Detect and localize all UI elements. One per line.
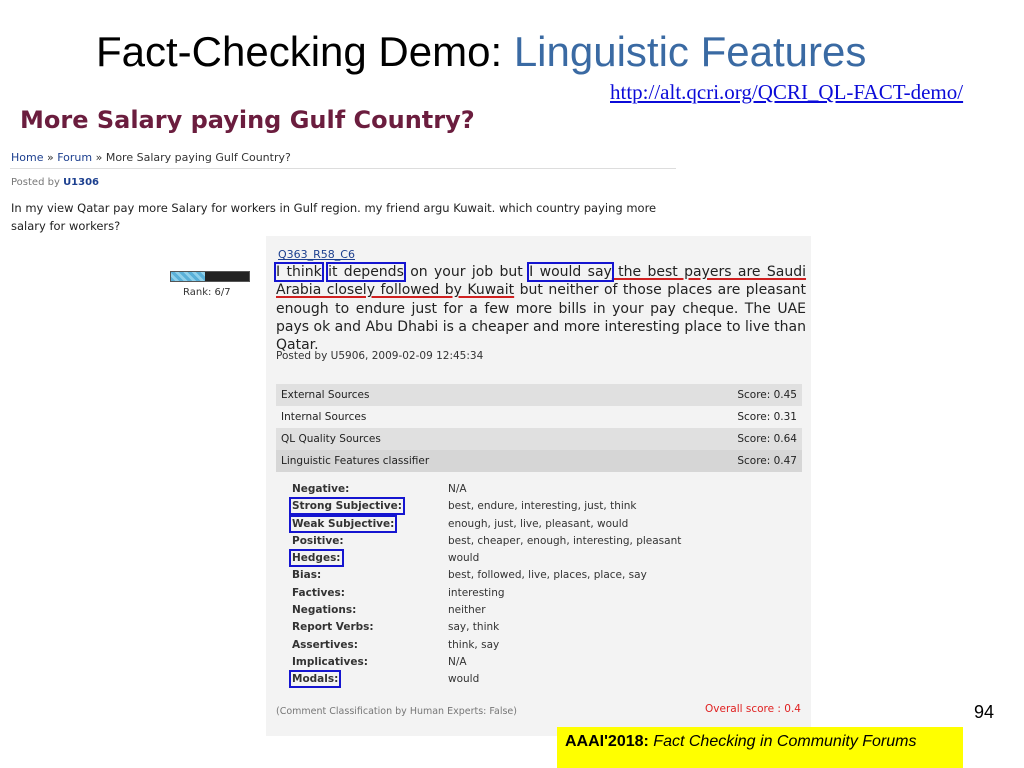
question-text: In my view Qatar pay more Salary for wor… xyxy=(11,201,657,233)
slide-title: Fact-Checking Demo: Linguistic Features xyxy=(96,28,866,76)
question-posted-by: Posted by U1306 xyxy=(11,177,99,188)
score-row-internal: Internal Sources Score: 0.31 xyxy=(276,406,802,428)
comment-segment: on your job but xyxy=(403,264,530,280)
feature-value: best, followed, live, places, place, say xyxy=(448,569,647,582)
feature-name: Positive: xyxy=(292,534,344,547)
overall-score: Overall score : 0.4 xyxy=(705,703,801,715)
feature-value: N/A xyxy=(448,655,467,668)
comment-posted-by: Posted by U5906, 2009-02-09 12:45:34 xyxy=(276,350,484,362)
slide-title-accent: Linguistic Features xyxy=(513,28,867,75)
breadcrumb-current: More Salary paying Gulf Country? xyxy=(105,151,291,164)
score-value: Score: 0.31 xyxy=(737,411,797,423)
forum-thread-title: More Salary paying Gulf Country? xyxy=(20,106,475,134)
citation-box: AAAI'2018: Fact Checking in Community Fo… xyxy=(557,727,963,768)
score-row-ql-quality: QL Quality Sources Score: 0.64 xyxy=(276,428,802,450)
feature-value: enough, just, live, pleasant, would xyxy=(448,517,629,530)
comment-hedge-box-2: it depends xyxy=(326,262,406,282)
breadcrumb-separator: » xyxy=(92,151,106,164)
score-value: Score: 0.45 xyxy=(737,389,797,401)
citation-title: Fact Checking in Community Forums xyxy=(653,733,917,750)
comment-id-link[interactable]: Q363_R58_C6 xyxy=(278,248,355,261)
slide-title-main: Fact-Checking Demo: xyxy=(96,28,514,75)
feature-name: Assertives: xyxy=(292,638,358,651)
feature-value: neither xyxy=(448,604,486,617)
feature-name-highlighted: Weak Subjective: xyxy=(288,514,398,533)
comment-hedge-box-1: I think xyxy=(274,262,324,282)
breadcrumb: Home » Forum » More Salary paying Gulf C… xyxy=(11,151,291,164)
rank-bar xyxy=(170,271,250,282)
divider xyxy=(10,168,676,169)
feature-name-highlighted: Modals: xyxy=(288,670,342,689)
posted-by-user-link[interactable]: U1306 xyxy=(63,177,99,188)
breadcrumb-separator: » xyxy=(43,151,58,164)
score-table: External Sources Score: 0.45 Internal Sou… xyxy=(276,384,802,472)
feature-value: N/A xyxy=(448,483,467,495)
demo-url-link[interactable]: http://alt.qcri.org/QCRI_QL-FACT-demo/ xyxy=(610,80,963,105)
feature-name: Bias: xyxy=(292,569,322,582)
rank-bar-fill xyxy=(171,272,205,281)
feature-name: Report Verbs: xyxy=(292,621,374,634)
feature-value: best, cheaper, enough, interesting, plea… xyxy=(448,534,682,547)
human-classification-note: (Comment Classification by Human Experts… xyxy=(276,706,517,717)
feature-name-highlighted: Strong Subjective: xyxy=(289,497,405,516)
feature-name: Factives: xyxy=(292,586,345,599)
score-label: QL Quality Sources xyxy=(281,433,381,445)
feature-value: say, think xyxy=(448,621,500,634)
breadcrumb-home-link[interactable]: Home xyxy=(11,151,43,164)
feature-value: best, endure, interesting, just, think xyxy=(448,500,637,513)
feature-name-highlighted: Hedges: xyxy=(289,549,344,568)
feature-value: interesting xyxy=(448,586,505,599)
feature-value: would xyxy=(448,673,480,686)
comment-text: I think it depends on your job but I wou… xyxy=(274,262,806,354)
breadcrumb-forum-link[interactable]: Forum xyxy=(57,151,92,164)
score-label: Linguistic Features classifier xyxy=(281,455,430,467)
score-label: Internal Sources xyxy=(281,411,367,423)
feature-name: Negations: xyxy=(292,604,357,617)
score-value: Score: 0.47 xyxy=(737,455,797,467)
feature-value: think, say xyxy=(448,638,500,651)
feature-name: Implicatives: xyxy=(292,655,368,668)
score-label: External Sources xyxy=(281,389,370,401)
posted-by-label: Posted by xyxy=(11,177,60,188)
citation-venue: AAAI'2018: xyxy=(565,733,649,750)
rank-label: Rank: 6/7 xyxy=(183,287,231,298)
score-value: Score: 0.64 xyxy=(737,433,797,445)
comment-hedge-box-3: I would say xyxy=(527,262,614,282)
page-number: 94 xyxy=(974,702,995,722)
score-row-linguistic: Linguistic Features classifier Score: 0.4… xyxy=(276,450,802,472)
feature-name: Negative: xyxy=(292,483,350,495)
score-row-external: External Sources Score: 0.45 xyxy=(276,384,802,406)
feature-value: would xyxy=(448,552,480,565)
